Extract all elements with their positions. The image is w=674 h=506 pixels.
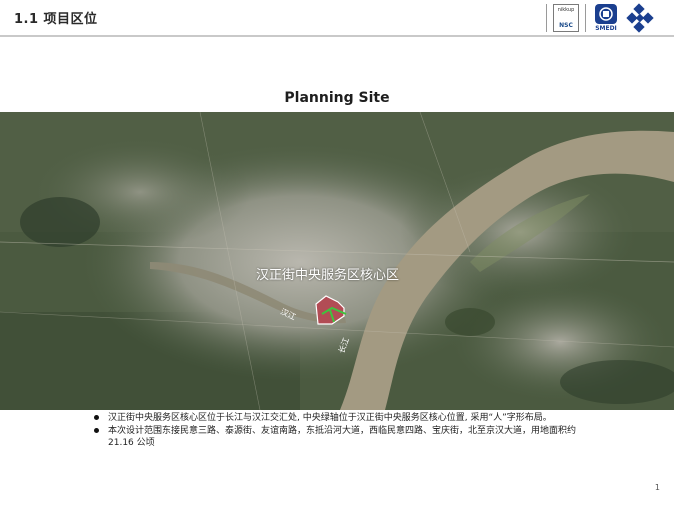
list-item-text: 本次设计范围东接民意三路、泰源街、友谊南路，东抵沿河大道，西临民意四路、宝庆街，…: [108, 426, 577, 448]
bullet-icon: [94, 428, 99, 433]
map-caption: 汉正街中央服务区核心区: [256, 268, 400, 283]
satellite-map: 汉正街中央服务区核心区 汉江 长江: [0, 112, 674, 410]
nsc-logo-bottom-text: NSC: [559, 22, 573, 29]
smedi-badge-icon: [595, 4, 617, 24]
page-number: 1: [654, 483, 660, 492]
page-title: Planning Site: [284, 90, 390, 106]
logo-group: nikkup NSC SMEDI: [546, 3, 656, 33]
smedi-logo: SMEDI: [592, 4, 620, 32]
nsc-logo: nikkup NSC: [553, 4, 579, 32]
list-item-text: 汉正街中央服务区核心区位于长江与汉江交汇处, 中央绿轴位于汉正街中央服务区核心位…: [108, 413, 552, 423]
smedi-logo-text: SMEDI: [595, 25, 617, 32]
list-item: 本次设计范围东接民意三路、泰源街、友谊南路，东抵沿河大道，西临民意四路、宝庆街，…: [92, 425, 592, 449]
description-list: 汉正街中央服务区核心区位于长江与汉江交汇处, 中央绿轴位于汉正街中央服务区核心位…: [92, 412, 592, 450]
diamond-logo-icon: [626, 3, 654, 33]
header-divider: [0, 35, 674, 37]
list-item: 汉正街中央服务区核心区位于长江与汉江交汇处, 中央绿轴位于汉正街中央服务区核心位…: [92, 412, 592, 424]
logo-divider: [546, 4, 547, 32]
nsc-logo-top-text: nikkup: [557, 7, 575, 13]
slide-header: 1.1 项目区位 nikkup NSC SMEDI: [0, 0, 674, 37]
satellite-map-image: [0, 112, 674, 410]
logo-divider: [585, 4, 586, 32]
section-title: 1.1 项目区位: [14, 12, 98, 27]
bullet-icon: [94, 415, 99, 420]
